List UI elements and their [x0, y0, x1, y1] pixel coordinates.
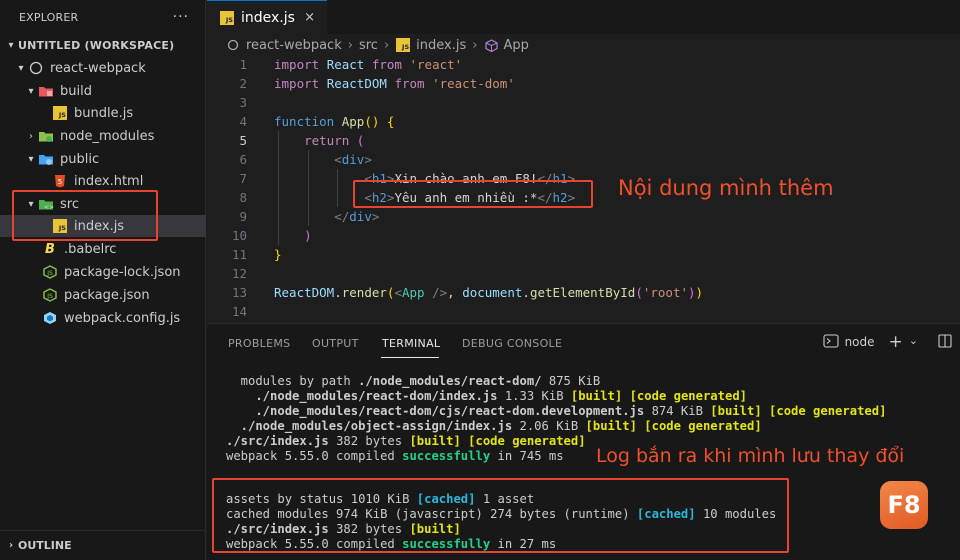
code-line: 12 — [231, 266, 247, 281]
code-annotation: Nội dung mình thêm — [618, 176, 834, 200]
chevron-right-icon: › — [29, 130, 33, 142]
terminal-line: modules by path ./node_modules/react-dom… — [226, 374, 601, 388]
breadcrumb-item[interactable]: react-webpack — [246, 38, 342, 53]
root-folder-icon — [28, 61, 44, 75]
tree-item-index-html[interactable]: 5 index.html — [0, 170, 206, 192]
tree-item-node-modules[interactable]: › node_modules — [0, 125, 206, 147]
breadcrumb-item[interactable]: src — [359, 38, 378, 53]
split-terminal-icon[interactable] — [938, 333, 952, 351]
explorer-title: EXPLORER — [19, 10, 79, 24]
added-code-highlight-box — [353, 180, 593, 208]
outline-section[interactable]: › OUTLINE — [0, 530, 206, 560]
terminal-line: ./src/index.js 382 bytes [built] [code g… — [226, 434, 586, 448]
chevron-down-icon: ▾ — [18, 62, 24, 74]
js-file-icon: JS — [395, 38, 411, 52]
close-icon[interactable]: × — [304, 10, 315, 25]
folder-node-icon — [38, 129, 54, 143]
root-folder-icon — [225, 38, 241, 52]
code-line: 4 function App() { — [239, 114, 395, 129]
terminal-icon — [823, 333, 839, 351]
tab-output[interactable]: OUTPUT — [312, 337, 359, 350]
tree-item-package-lock[interactable]: JS package-lock.json — [0, 261, 206, 283]
add-terminal-icon[interactable]: + — [889, 332, 903, 352]
tree-item-label: .babelrc — [64, 241, 117, 257]
folder-build-icon — [38, 84, 54, 98]
chevron-down-icon: ▾ — [8, 39, 14, 51]
code-line: 1 import React from 'react' — [239, 57, 463, 72]
terminal-line: ./node_modules/react-dom/index.js 1.33 K… — [226, 389, 747, 403]
terminal-line: ./node_modules/object-assign/index.js 2.… — [226, 419, 762, 433]
terminal-name[interactable]: node — [845, 335, 875, 349]
active-tab-indicator — [381, 357, 439, 358]
nodejs-icon: JS — [42, 288, 58, 302]
explorer-sidebar: EXPLORER ··· ▾ UNTITLED (WORKSPACE) ▾ re… — [0, 0, 206, 560]
breadcrumb-item[interactable]: index.js — [416, 38, 466, 53]
tree-item-label: node_modules — [60, 128, 155, 144]
tree-item-babelrc[interactable]: B .babelrc — [0, 238, 206, 260]
tree-item-build[interactable]: ▾ build — [0, 80, 206, 102]
editor-tabbar: JS index.js × — [207, 0, 960, 34]
breadcrumb-item[interactable]: App — [503, 38, 528, 53]
tree-item-label: webpack.config.js — [64, 310, 181, 326]
src-highlight-box — [12, 190, 158, 241]
tree-item-label: build — [60, 83, 92, 99]
breadcrumb: react-webpack › src › JS index.js › App — [207, 35, 529, 55]
log-annotation: Log bắn ra khi mình lưu thay đổi — [596, 445, 905, 467]
code-line: 9 </div> — [239, 209, 380, 224]
code-line: 13 ReactDOM.render(<App />, document.getE… — [231, 285, 704, 300]
tab-index-js[interactable]: JS index.js × — [207, 0, 327, 34]
tab-debug-console[interactable]: DEBUG CONSOLE — [462, 337, 562, 350]
babel-icon: B — [45, 241, 55, 257]
tree-item-label: package.json — [64, 287, 150, 303]
terminal-controls: node + ⌄ — [823, 332, 952, 352]
tree-item-label: index.html — [74, 173, 144, 189]
code-line: 5 return ( — [239, 133, 365, 148]
tree-item-label: react-webpack — [50, 60, 146, 76]
workspace-header[interactable]: ▾ UNTITLED (WORKSPACE) — [0, 34, 206, 56]
webpack-icon — [42, 311, 58, 325]
chevron-down-icon[interactable]: ⌄ — [909, 334, 918, 347]
tree-item-bundle-js[interactable]: JS bundle.js — [0, 102, 206, 124]
workspace-title: UNTITLED (WORKSPACE) — [18, 38, 175, 52]
code-line: 10 ) — [231, 228, 312, 243]
tab-label: index.js — [241, 9, 295, 26]
f8-logo: F8 — [880, 481, 928, 529]
terminal-line: webpack 5.55.0 compiled successfully in … — [226, 449, 564, 463]
outline-title: OUTLINE — [18, 539, 72, 552]
more-actions-icon[interactable]: ··· — [173, 9, 189, 25]
tree-item-label: bundle.js — [74, 105, 134, 121]
code-line: 6 <div> — [239, 152, 372, 167]
tree-item-webpack-config[interactable]: webpack.config.js — [0, 307, 206, 329]
chevron-down-icon: ▾ — [28, 153, 34, 165]
tree-item-public[interactable]: ▾ public — [0, 148, 206, 170]
chevron-right-icon: › — [472, 37, 478, 53]
tree-item-package-json[interactable]: JS package.json — [0, 284, 206, 306]
code-line: 14 — [231, 304, 247, 319]
tab-problems[interactable]: PROBLEMS — [228, 337, 290, 350]
nodejs-icon: JS — [42, 265, 58, 279]
tree-item-label: package-lock.json — [64, 264, 181, 280]
code-line: 2 import ReactDOM from 'react-dom' — [239, 76, 515, 91]
code-line: 11} — [231, 247, 282, 262]
tree-item-react-webpack[interactable]: ▾ react-webpack — [0, 57, 206, 79]
tree-item-label: public — [60, 151, 100, 167]
folder-public-icon — [38, 152, 54, 166]
svg-text:5: 5 — [58, 178, 62, 186]
html-file-icon: 5 — [52, 174, 68, 188]
svg-text:JS: JS — [46, 270, 53, 277]
chevron-down-icon: ▾ — [28, 85, 34, 97]
component-icon — [483, 38, 499, 52]
js-file-icon: JS — [52, 106, 68, 120]
log-highlight-box — [212, 478, 789, 553]
js-file-icon: JS — [219, 10, 235, 25]
panel-tabs: PROBLEMS OUTPUT TERMINAL DEBUG CONSOLE n… — [207, 324, 960, 362]
svg-text:JS: JS — [46, 293, 53, 300]
code-line: 3 — [239, 95, 247, 110]
chevron-right-icon: › — [347, 37, 353, 53]
explorer-header: EXPLORER ··· — [0, 0, 205, 34]
chevron-right-icon: › — [383, 37, 390, 53]
chevron-right-icon: › — [8, 540, 14, 551]
terminal-line: ./node_modules/react-dom/cjs/react-dom.d… — [226, 404, 887, 418]
tab-terminal[interactable]: TERMINAL — [382, 337, 440, 350]
